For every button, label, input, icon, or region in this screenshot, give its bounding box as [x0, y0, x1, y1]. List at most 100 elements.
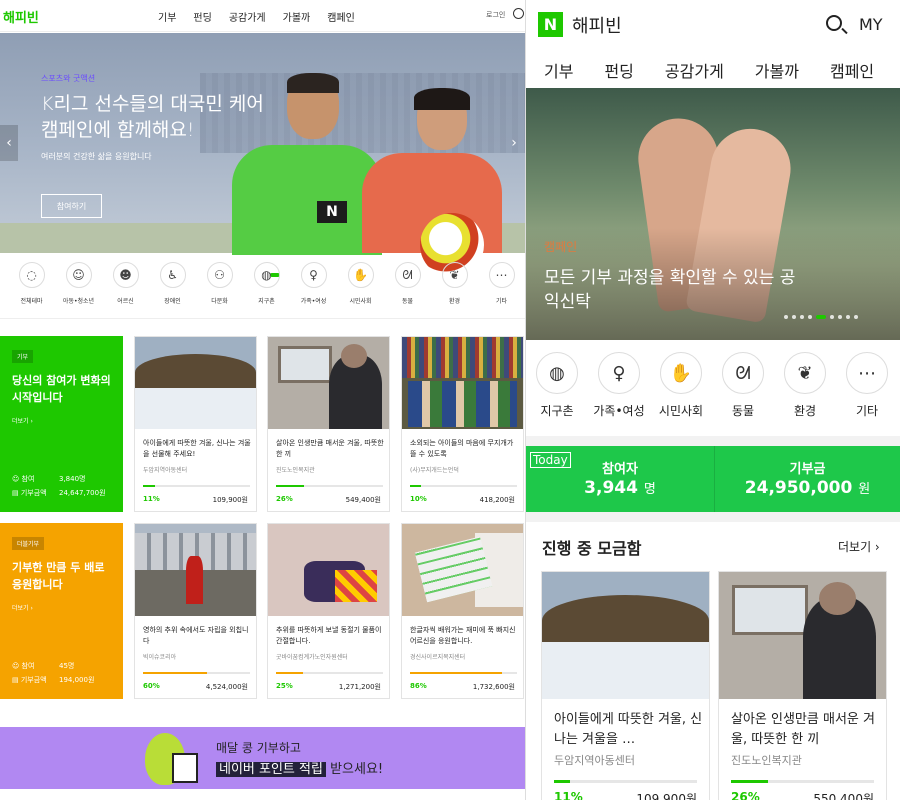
category-item[interactable]: ❦ 환경: [431, 262, 478, 317]
fundraiser-card[interactable]: 소외되는 아이들의 마음에 무지개가 뜰 수 있도록 (사)무지개드는언덕 10…: [401, 336, 524, 512]
promo-title: 당신의 참여가 변화의 시작입니다: [12, 374, 111, 404]
category-label: 시민사회: [658, 404, 704, 418]
login-link[interactable]: 로그인: [486, 10, 505, 20]
category-item[interactable]: ᘛ 동물: [384, 262, 431, 317]
progress-bar: [143, 485, 250, 487]
category-icon: ♀: [598, 352, 640, 394]
promo-more-link[interactable]: 더보기 ›: [12, 603, 33, 612]
category-item[interactable]: ❦ 환경: [774, 352, 836, 432]
naver-box-icon: [172, 753, 198, 783]
nav-item-visit[interactable]: 가볼까: [755, 58, 799, 82]
nav-item-funding[interactable]: 펀딩: [193, 9, 211, 24]
participants-label: 참여자: [602, 462, 638, 477]
nav-item-visit[interactable]: 가볼까: [283, 9, 311, 24]
card-org: 굿바이꿈컴계가노인자원센터: [276, 654, 348, 661]
promo-more-link[interactable]: 더보기 ›: [12, 416, 33, 425]
card-image: [268, 524, 389, 616]
category-icon: ⋯: [846, 352, 888, 394]
category-item[interactable]: ✋ 시민사회: [650, 352, 712, 432]
mobile-hero-pagination[interactable]: [784, 315, 858, 319]
hero-next-arrow-icon[interactable]: ›: [505, 125, 523, 161]
nav-item-campaign[interactable]: 캠페인: [327, 9, 355, 24]
hero-join-button[interactable]: 참여하기: [41, 194, 102, 218]
hero-title: K리그 선수들의 대국민 케어 캠페인에 함께해요!: [41, 93, 264, 141]
nav-item-campaign[interactable]: 캠페인: [830, 58, 874, 82]
nav-item-shop[interactable]: 공감가게: [229, 9, 266, 24]
my-link[interactable]: MY: [859, 15, 883, 34]
category-item[interactable]: ⚇ 다문화: [196, 262, 243, 317]
card-title: 한글자씩 배워가는 재미에 푹 빠지신 어르신을 응원합니다.: [410, 626, 516, 645]
fundraiser-card[interactable]: 살아온 인생만큼 매서운 겨울, 따뜻한 한 끼 진도노인복지관 26% 550…: [718, 571, 887, 800]
card-image: [402, 524, 523, 616]
fundraiser-card[interactable]: 아이들에게 따뜻한 겨울, 신나는 겨울을 선물해 주세요! 두암지역아동센터 …: [134, 336, 257, 512]
card-org: 두암지역아동센터: [554, 754, 635, 767]
category-label: 환경: [448, 298, 461, 305]
divider: [526, 436, 900, 446]
promo-stat: ▤ 기부금액 194,000원: [12, 676, 95, 684]
card-org: 두암지역아동센터: [143, 467, 188, 474]
category-item[interactable]: ♀ 가족•여성: [290, 262, 337, 317]
promo-donate-panel[interactable]: 기부 당신의 참여가 변화의 시작입니다 더보기 › ☺ 참여 3,840명 ▤ …: [0, 336, 123, 512]
naver-logo-icon[interactable]: N: [538, 12, 563, 37]
fundraiser-card[interactable]: 추위를 따뜻하게 보낼 동절기 물품이 간절합니다. 굿바이꿈컴계가노인자원센터…: [267, 523, 390, 699]
nav-item-funding[interactable]: 펀딩: [604, 58, 633, 82]
category-label: 다문화: [211, 298, 228, 305]
desktop-logo[interactable]: 해피빈: [3, 7, 39, 26]
category-label: 기타: [855, 404, 879, 418]
section-more-link[interactable]: 더보기 ›: [838, 538, 880, 555]
nav-item-donate[interactable]: 기부: [158, 9, 176, 24]
section-title: 진행 중 모금함: [542, 539, 642, 558]
category-item[interactable]: ◌ 전체테마: [8, 262, 55, 317]
card-amount: 1,271,200원: [338, 683, 381, 691]
category-item[interactable]: ☺ 아동•청소년: [55, 262, 102, 317]
divider: [0, 318, 525, 319]
category-icon: ☺: [65, 262, 92, 288]
card-percent: 10%: [410, 495, 427, 503]
category-item[interactable]: ✋ 시민사회: [337, 262, 384, 317]
category-label: 가족•여성: [593, 404, 645, 418]
hero-banner[interactable]: N 스포츠와 굿액션 K리그 선수들의 대국민 케어 캠페인에 함께해요! 여러…: [0, 33, 525, 277]
hero-prev-arrow-icon[interactable]: ‹: [0, 125, 18, 161]
category-item[interactable]: ◍ 지구촌: [243, 262, 290, 317]
category-icon: ❦: [784, 352, 826, 394]
category-item[interactable]: ♿ 장애인: [149, 262, 196, 317]
category-item[interactable]: ᘛ 동물: [712, 352, 774, 432]
category-icon: ♀: [300, 262, 327, 288]
promo-tag: 더블기부: [12, 537, 45, 550]
fundraiser-card[interactable]: 살아온 인생만큼 매서운 겨울, 따뜻한 한 끼 진도노인복지관 26% 549…: [267, 336, 390, 512]
fundraiser-card[interactable]: 영하의 추위 속에서도 자립을 외칩니다 빅이슈코리아 60% 4,524,00…: [134, 523, 257, 699]
category-icon: ⚇: [206, 262, 233, 288]
card-title: 소외되는 아이들의 마음에 무지개가 뜰 수 있도록: [410, 439, 514, 458]
fundraiser-row: 더블기부 기부한 만큼 두 배로 응원합니다 더보기 › ☺ 참여 45명 ▤ 기…: [0, 523, 525, 713]
card-percent: 11%: [554, 790, 583, 800]
card-image: [542, 572, 709, 699]
naver-point-banner[interactable]: 매달 콩 기부하고 네이버 포인트 적립 받으세요!: [0, 727, 525, 789]
nav-item-donate[interactable]: 기부: [544, 58, 573, 82]
category-item[interactable]: ☻ 어르신: [102, 262, 149, 317]
category-label: 장애인: [164, 298, 181, 305]
progress-bar: [276, 672, 383, 674]
nav-item-shop[interactable]: 공감가게: [665, 58, 724, 82]
search-icon[interactable]: [513, 8, 524, 19]
category-item[interactable]: ⋯ 기타: [478, 262, 525, 317]
category-item[interactable]: ⋯ 기타: [836, 352, 898, 432]
card-amount: 109,900원: [212, 496, 248, 504]
card-amount: 1,732,600원: [472, 683, 515, 691]
fundraiser-card[interactable]: 한글자씩 배워가는 재미에 푹 빠지신 어르신을 응원합니다. 경신사이르지복지…: [401, 523, 524, 699]
promo-double-panel[interactable]: 더블기부 기부한 만큼 두 배로 응원합니다 더보기 › ☺ 참여 45명 ▤ 기…: [0, 523, 123, 699]
category-item[interactable]: ♀ 가족•여성: [588, 352, 650, 432]
fundraiser-card[interactable]: 아이들에게 따뜻한 겨울, 신나는 겨울을 … 두암지역아동센터 11% 109…: [541, 571, 710, 800]
search-icon[interactable]: [826, 15, 842, 31]
mobile-title[interactable]: 해피빈: [572, 12, 622, 38]
card-title: 영하의 추위 속에서도 자립을 외칩니다: [143, 626, 249, 645]
card-title: 아이들에게 따뜻한 겨울, 신나는 겨울을 선물해 주세요!: [143, 439, 251, 458]
mobile-hero-title: 모든 기부 과정을 확인할 수 있는 공익신탁: [544, 268, 796, 312]
category-item[interactable]: ◍ 지구촌: [526, 352, 588, 432]
card-percent: 11%: [143, 495, 160, 503]
mobile-hero-banner[interactable]: 캠페인 모든 기부 과정을 확인할 수 있는 공익신탁: [526, 88, 900, 340]
category-menu: ◌ 전체테마 ☺ 아동•청소년 ☻ 어르신 ♿ 장애인 ⚇ 다문화 ◍ 지구촌 ♀ 가족•여성 ✋ 시민사회 ᘛ…: [0, 262, 525, 317]
progress-bar: [554, 780, 697, 783]
category-icon: ♿: [159, 262, 186, 288]
divider: [526, 512, 900, 522]
category-icon: ⋯: [488, 262, 515, 288]
